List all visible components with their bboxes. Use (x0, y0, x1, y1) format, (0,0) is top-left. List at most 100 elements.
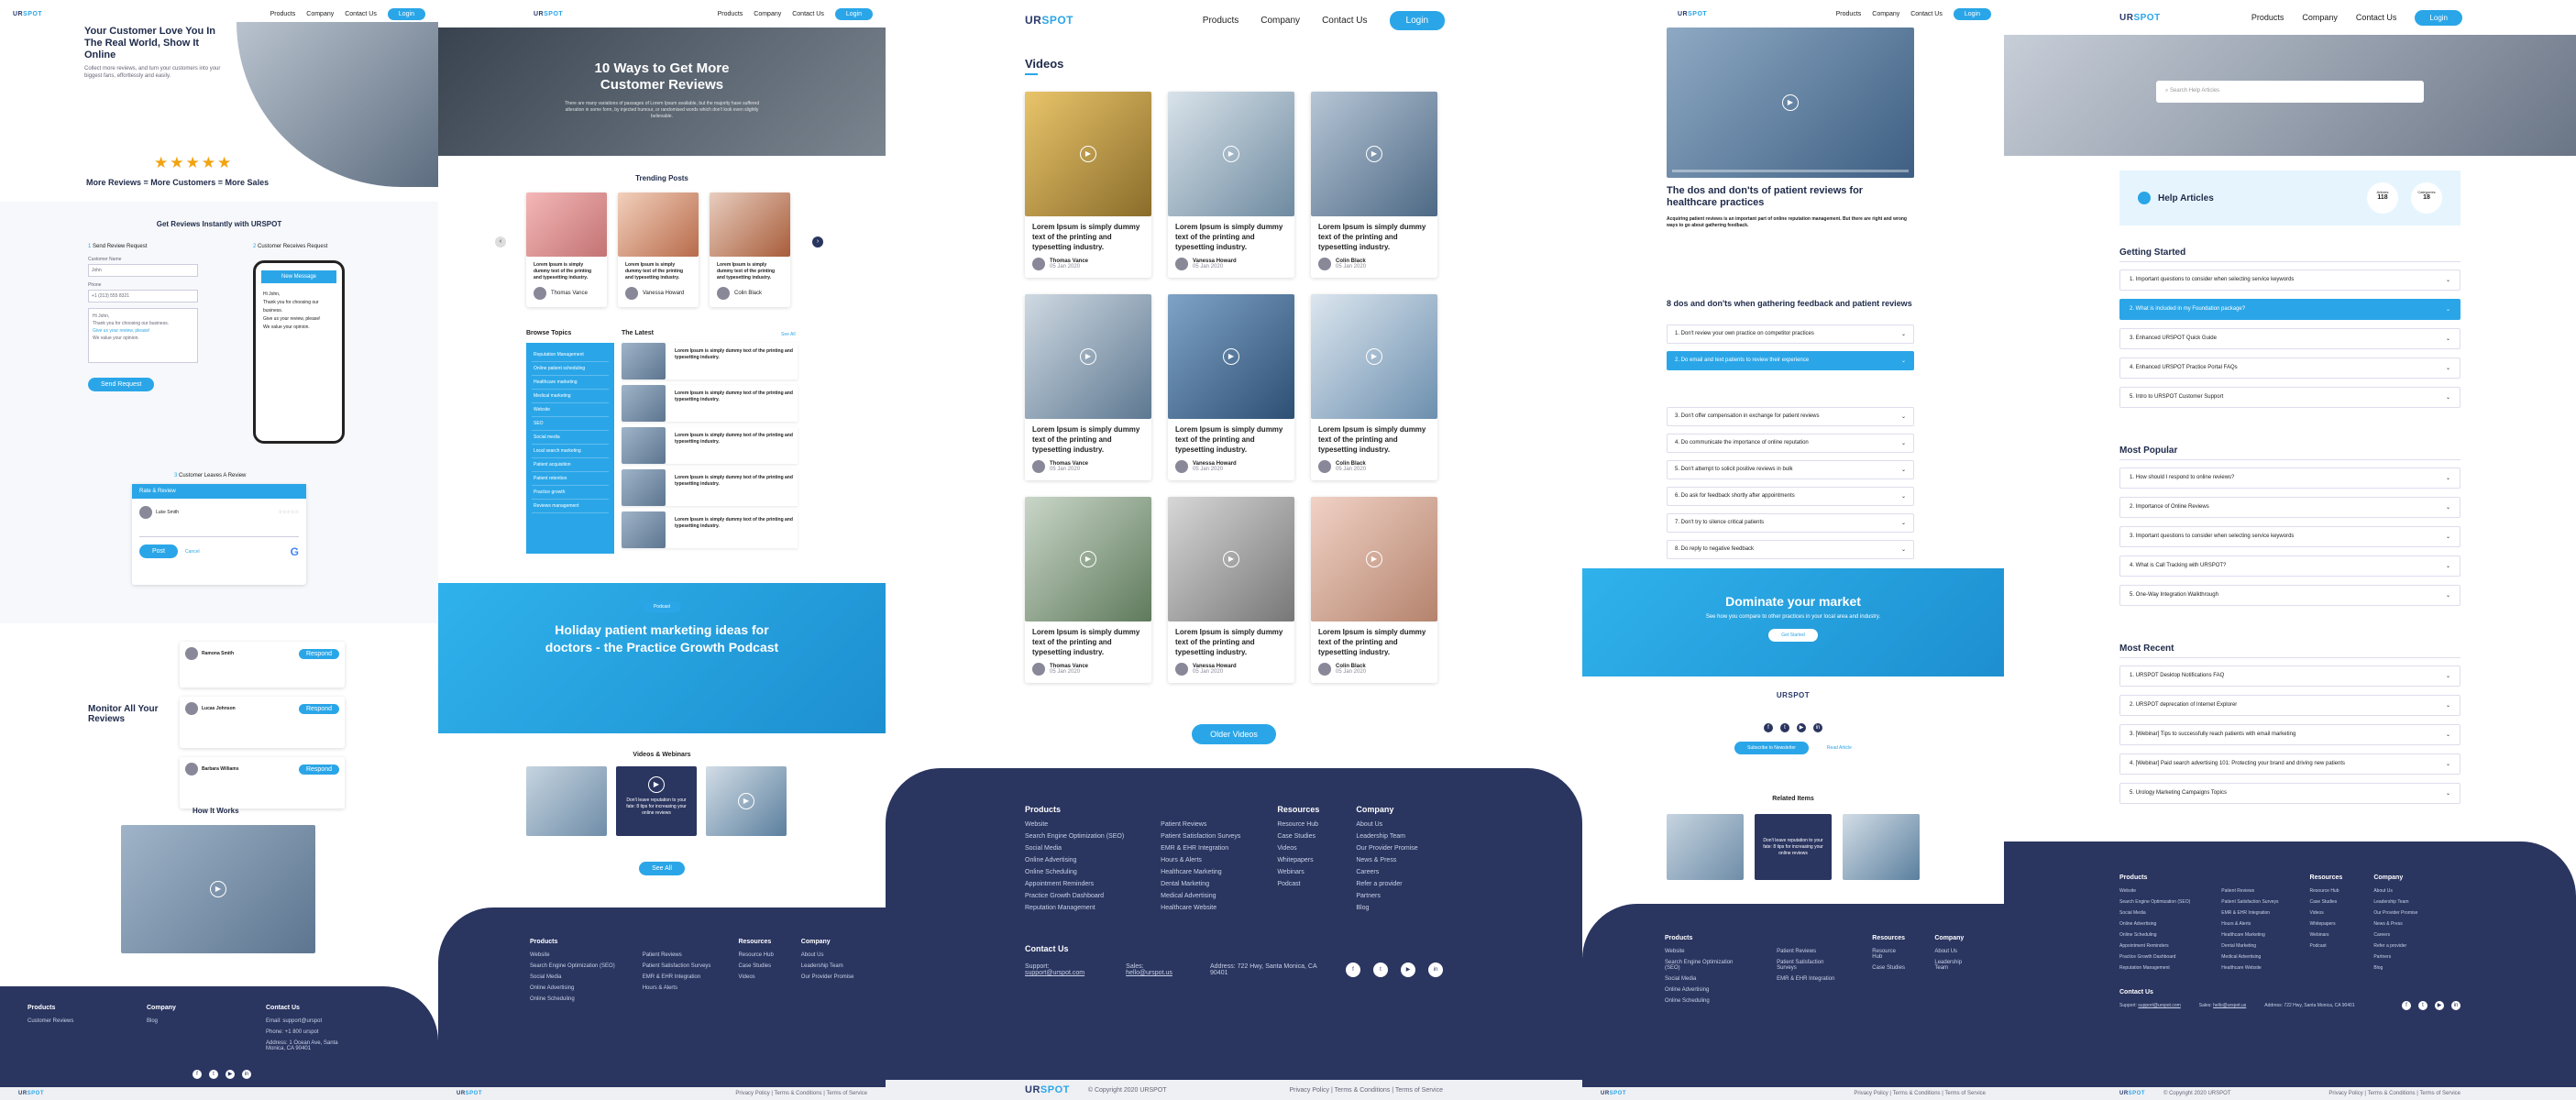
play-icon[interactable]: ▶ (738, 793, 754, 809)
video-thumb[interactable] (526, 766, 607, 836)
nav-contact[interactable]: Contact Us (2356, 13, 2397, 22)
legal-links[interactable]: Privacy Policy | Terms & Conditions | Te… (1289, 1087, 1443, 1094)
nav-company[interactable]: Company (1260, 16, 1300, 26)
nav-company[interactable]: Company (306, 11, 334, 17)
support-contact[interactable]: Support: support@urspot.com (1025, 963, 1098, 976)
twitter-icon[interactable]: t (1373, 962, 1389, 977)
logo[interactable]: URSPOT (1025, 14, 1073, 27)
footer-link[interactable]: Customer Reviews (28, 1018, 119, 1024)
topic-item[interactable]: Social media (532, 431, 609, 445)
help-article-item[interactable]: 2. What is included in my Foundation pac… (2119, 299, 2460, 320)
footer-link[interactable]: Blog (147, 1018, 238, 1024)
youtube-icon[interactable]: ▶ (226, 1070, 235, 1079)
twitter-icon[interactable]: t (2418, 1001, 2427, 1010)
linkedin-icon[interactable]: in (242, 1070, 251, 1079)
linkedin-icon[interactable]: in (1428, 962, 1444, 977)
login-button[interactable]: Login (387, 7, 425, 20)
video-card[interactable]: ▶ Lorem Ipsum is simply dummy text of the… (1168, 294, 1294, 480)
video-card[interactable]: ▶ Lorem Ipsum is simply dummy text of the… (1025, 497, 1151, 683)
nav-contact[interactable]: Contact Us (792, 11, 824, 17)
nav-company[interactable]: Company (754, 11, 781, 17)
help-article-item[interactable]: 5. One-Way Integration Walkthrough ⌄ (2119, 585, 2460, 606)
latest-item[interactable]: Lorem Ipsum is simply dummy text of the … (622, 343, 798, 380)
footer-logo[interactable]: URSPOT (18, 1091, 44, 1096)
sales-contact[interactable]: Sales: hello@urspot.us (1126, 963, 1183, 976)
accordion-item[interactable]: 6. Do ask for feedback shortly after app… (1667, 487, 1914, 506)
how-video[interactable]: ▶ (121, 825, 315, 953)
linkedin-icon[interactable]: in (1813, 723, 1822, 732)
help-article-item[interactable]: 2. URSPOT deprecation of Internet Explor… (2119, 695, 2460, 716)
accordion-item[interactable]: 8. Do reply to negative feedback ⌄ (1667, 540, 1914, 559)
nav-company[interactable]: Company (1872, 11, 1899, 17)
help-article-item[interactable]: 4. What is Call Tracking with URSPOT? ⌄ (2119, 556, 2460, 577)
nav-company[interactable]: Company (2302, 13, 2338, 22)
facebook-icon[interactable]: f (193, 1070, 202, 1079)
topic-item[interactable]: Reputation Management (532, 348, 609, 362)
trending-card[interactable]: Lorem Ipsum is simply dummy text of the … (710, 192, 790, 307)
related-thumb-text[interactable]: Don't leave reputation to your fate: 8 t… (1755, 814, 1832, 880)
subscribe-button[interactable]: Subscribe to Newsletter (1734, 742, 1809, 754)
twitter-icon[interactable]: t (1780, 723, 1789, 732)
play-icon[interactable]: ▶ (1223, 551, 1239, 567)
article-video[interactable]: ▶ (1667, 28, 1914, 178)
trending-card[interactable]: Lorem Ipsum is simply dummy text of the … (618, 192, 699, 307)
video-progress[interactable] (1672, 170, 1909, 172)
topic-item[interactable]: Healthcare marketing (532, 376, 609, 390)
nav-products[interactable]: Products (270, 11, 296, 17)
nav-products[interactable]: Products (2251, 13, 2284, 22)
topic-item[interactable]: Patient retention (532, 472, 609, 486)
read-article-link[interactable]: Read Article (1827, 745, 1852, 751)
linkedin-icon[interactable]: in (2451, 1001, 2460, 1010)
send-request-button[interactable]: Send Request (88, 378, 155, 391)
play-icon[interactable]: ▶ (1223, 348, 1239, 365)
nav-contact[interactable]: Contact Us (1322, 16, 1367, 26)
help-article-item[interactable]: 1. URSPOT Desktop Notifications FAQ ⌄ (2119, 666, 2460, 687)
topic-item[interactable]: Medical marketing (532, 390, 609, 403)
facebook-icon[interactable]: f (1346, 962, 1361, 977)
latest-item[interactable]: Lorem Ipsum is simply dummy text of the … (622, 427, 798, 464)
nav-products[interactable]: Products (718, 11, 743, 17)
logo[interactable]: URSPOT (1678, 11, 1707, 17)
video-card[interactable]: ▶ Lorem Ipsum is simply dummy text of the… (1311, 294, 1437, 480)
footer-logo[interactable]: URSPOT (1025, 1084, 1070, 1095)
accordion-item[interactable]: 5. Don't attempt to solicit positive rev… (1667, 460, 1914, 479)
help-article-item[interactable]: 3. [Webinar] Tips to successfully reach … (2119, 724, 2460, 745)
related-thumb[interactable] (1843, 814, 1920, 880)
topic-item[interactable]: SEO (532, 417, 609, 431)
name-input[interactable]: John (88, 264, 198, 277)
help-article-item[interactable]: 5. Intro to URSPOT Customer Support ⌄ (2119, 387, 2460, 408)
accordion-item[interactable]: 7. Don't try to silence critical patient… (1667, 513, 1914, 533)
latest-item[interactable]: Lorem Ipsum is simply dummy text of the … (622, 469, 798, 506)
play-icon[interactable]: ▶ (1080, 146, 1096, 162)
play-icon[interactable]: ▶ (1080, 348, 1096, 365)
help-article-item[interactable]: 3. Enhanced URSPOT Quick Guide ⌄ (2119, 328, 2460, 349)
login-button[interactable]: Login (2415, 9, 2462, 26)
video-card[interactable]: ▶ Lorem Ipsum is simply dummy text of the… (1168, 497, 1294, 683)
logo[interactable]: URSPOT (2119, 13, 2161, 23)
footer-email[interactable]: Email: support@urspot (266, 1018, 358, 1024)
help-article-item[interactable]: 3. Important questions to consider when … (2119, 526, 2460, 547)
logo[interactable]: URSPOT (13, 11, 42, 17)
review-textarea[interactable] (139, 526, 299, 537)
topic-item[interactable]: Local search marketing (532, 445, 609, 458)
nav-products[interactable]: Products (1203, 16, 1238, 26)
message-textarea[interactable]: Hi John, Thank you for choosing our busin… (88, 308, 198, 363)
accordion-item[interactable]: 4. Do communicate the importance of onli… (1667, 434, 1914, 453)
prev-arrow-icon[interactable]: ‹ (495, 236, 506, 248)
cancel-button[interactable]: Cancel (185, 549, 200, 555)
latest-item[interactable]: Lorem Ipsum is simply dummy text of the … (622, 385, 798, 422)
video-card[interactable]: ▶ Lorem Ipsum is simply dummy text of the… (1025, 294, 1151, 480)
respond-button[interactable]: Respond (298, 703, 339, 714)
star-input[interactable]: ☆☆☆☆☆ (279, 510, 299, 515)
youtube-icon[interactable]: ▶ (1401, 962, 1416, 977)
latest-item[interactable]: Lorem Ipsum is simply dummy text of the … (622, 512, 798, 548)
post-button[interactable]: Post (139, 544, 179, 558)
play-icon[interactable]: ▶ (1782, 94, 1799, 111)
help-article-item[interactable]: 5. Urology Marketing Campaigns Topics ⌄ (2119, 783, 2460, 804)
older-videos-button[interactable]: Older Videos (1192, 724, 1276, 744)
see-all-link[interactable]: See All (781, 332, 796, 337)
play-icon[interactable]: ▶ (210, 881, 226, 897)
topic-item[interactable]: Reviews management (532, 500, 609, 513)
search-input[interactable]: ⌕ Search Help Articles (2156, 81, 2424, 103)
facebook-icon[interactable]: f (1764, 723, 1773, 732)
